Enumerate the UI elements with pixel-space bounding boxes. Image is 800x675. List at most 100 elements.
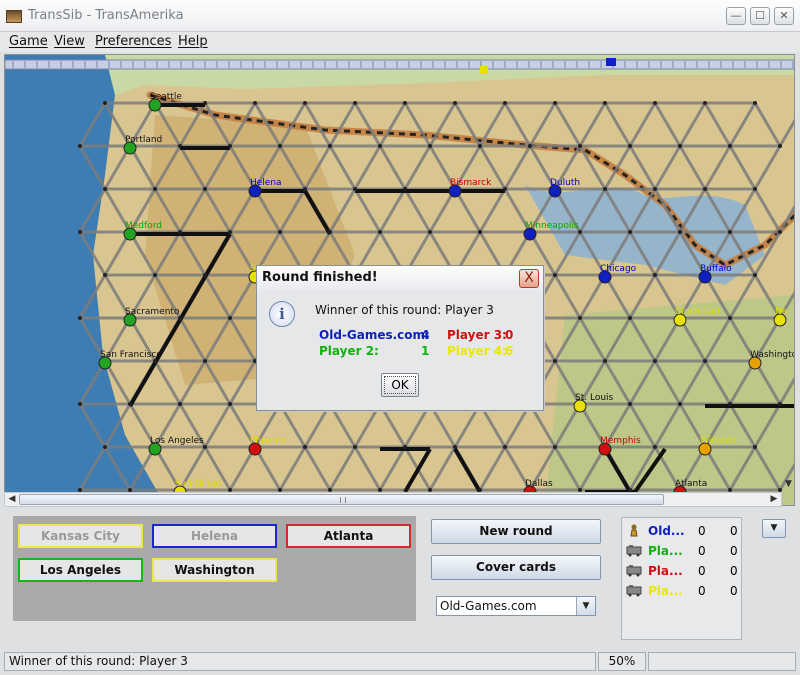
grid-node (103, 445, 107, 449)
grid-node (753, 273, 757, 277)
grid-node (528, 144, 532, 148)
grid-node (378, 144, 382, 148)
grid-node (653, 187, 657, 191)
grid-node (303, 445, 307, 449)
grid-node (653, 273, 657, 277)
grid-node (753, 101, 757, 105)
grid-node (728, 230, 732, 234)
score-label: Player 4: (447, 344, 507, 358)
grid-node (103, 273, 107, 277)
grid-node (728, 144, 732, 148)
grid-node (428, 230, 432, 234)
window-title: TransSib - TransAmerika (28, 8, 184, 23)
player-name: Pla... (648, 564, 683, 578)
grid-node (703, 101, 707, 105)
grid-node (628, 316, 632, 320)
scroll-right-arrow[interactable]: ▶ (767, 493, 781, 506)
city-label: St. Louis (575, 393, 614, 403)
grid-node (553, 445, 557, 449)
grid-node (128, 402, 132, 406)
city-card[interactable]: Los Angeles (18, 558, 143, 582)
city-card[interactable]: Atlanta (286, 524, 411, 548)
grid-node (678, 402, 682, 406)
grid-node (203, 359, 207, 363)
maximize-button[interactable]: ☐ (750, 7, 770, 25)
grid-node (553, 273, 557, 277)
city-label: Memphis (600, 436, 641, 446)
status-bar: Winner of this round: Player 3 50% (4, 652, 796, 671)
grid-node (503, 101, 507, 105)
city-label: Dallas (525, 479, 553, 489)
app-icon (6, 10, 22, 23)
score-track (5, 59, 794, 70)
scroll-down-arrow[interactable]: ▼ (782, 477, 795, 492)
grid-node (503, 187, 507, 191)
grid-node (678, 144, 682, 148)
collapse-panel-button[interactable]: ▼ (762, 519, 786, 538)
grid-node (603, 359, 607, 363)
player-score-1: 0 (698, 564, 706, 578)
map-horizontal-scrollbar[interactable]: ◀ ▶ (4, 492, 782, 507)
grid-node (403, 445, 407, 449)
grid-node (228, 402, 232, 406)
city-label: Phoenix (250, 436, 286, 446)
grid-node (403, 187, 407, 191)
ok-button[interactable]: OK (381, 373, 419, 397)
grid-node (603, 187, 607, 191)
chevron-down-icon[interactable]: ▼ (576, 597, 595, 615)
menu-view[interactable]: View (54, 34, 85, 49)
dialog-close-button[interactable]: X (519, 269, 539, 288)
minimize-button[interactable]: — (726, 7, 746, 25)
grid-node (428, 144, 432, 148)
scroll-left-arrow[interactable]: ◀ (5, 493, 19, 506)
city-label: Cincinnati (675, 307, 720, 317)
player-score-1: 0 (698, 584, 706, 598)
city-label: Sacramento (125, 307, 180, 317)
grid-node (103, 101, 107, 105)
dialog-title-bar: Round finished! X (257, 266, 543, 291)
grid-node (228, 316, 232, 320)
grid-node (103, 187, 107, 191)
menu-preferences[interactable]: Preferences (95, 34, 171, 49)
round-finished-dialog: Round finished! X i Winner of this round… (256, 265, 544, 411)
grid-node (303, 187, 307, 191)
grid-node (378, 230, 382, 234)
score-value: 4 (421, 328, 430, 342)
grid-node (503, 445, 507, 449)
city-card[interactable]: Helena (152, 524, 277, 548)
grid-node (278, 230, 282, 234)
grid-node (728, 402, 732, 406)
city-card[interactable]: Washington (152, 558, 277, 582)
track-marker (606, 58, 616, 66)
grid-node (628, 230, 632, 234)
city-label: Medford (125, 221, 162, 231)
player-row: Pla... 0 0 (622, 581, 743, 601)
new-round-button[interactable]: New round (431, 519, 601, 544)
grid-node (253, 101, 257, 105)
city-label: Atlanta (675, 479, 707, 489)
city-card[interactable]: Kansas City (18, 524, 143, 548)
grid-node (628, 144, 632, 148)
player-score-1: 0 (698, 524, 706, 538)
train-icon (626, 585, 642, 597)
cover-cards-button[interactable]: Cover cards (431, 555, 601, 580)
player-row: Pla... 0 0 (622, 541, 743, 561)
grid-node (178, 230, 182, 234)
player-select-value: Old-Games.com (440, 599, 537, 613)
menu-help[interactable]: Help (178, 34, 208, 49)
grid-node (78, 316, 82, 320)
city-label: Seattle (150, 92, 182, 102)
player-select[interactable]: Old-Games.com ▼ (436, 596, 596, 616)
city-label: San Francisco (100, 350, 162, 360)
scroll-thumb[interactable] (19, 494, 664, 505)
grid-node (178, 144, 182, 148)
player-name: Pla... (648, 544, 683, 558)
city-label: Minneapolis (525, 221, 579, 231)
grid-node (653, 445, 657, 449)
city-label: Buffalo (700, 264, 732, 274)
player-row: Old... 0 0 (622, 521, 743, 541)
player-score-2: 0 (730, 564, 738, 578)
menu-game[interactable]: Game (9, 34, 48, 49)
close-window-button[interactable]: ✕ (774, 7, 794, 25)
grid-node (478, 230, 482, 234)
